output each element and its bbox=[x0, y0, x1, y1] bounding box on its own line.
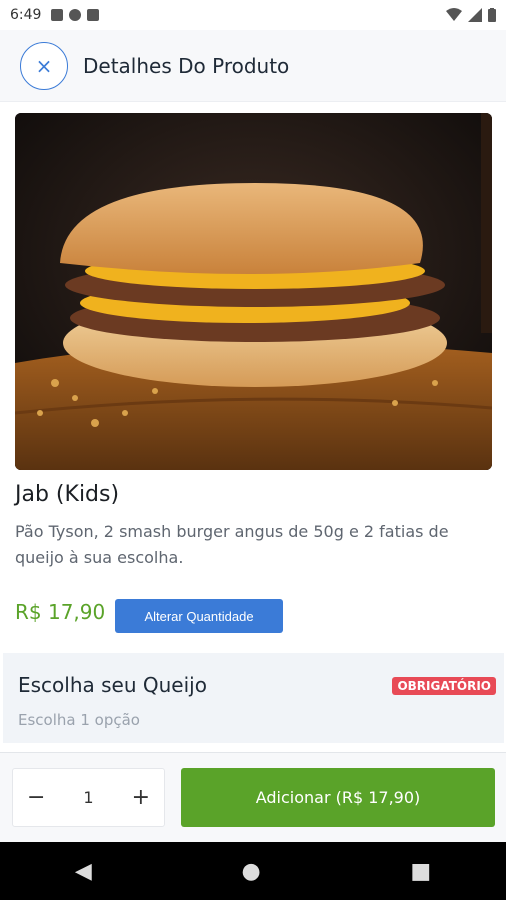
battery-icon bbox=[488, 8, 496, 22]
burger-photo bbox=[15, 113, 492, 470]
cheese-option-group: Escolha seu Queijo OBRIGATÓRIO Escolha 1… bbox=[3, 653, 504, 743]
quantity-value: 1 bbox=[83, 788, 94, 807]
app-header: × Detalhes Do Produto bbox=[0, 30, 506, 102]
close-icon: × bbox=[35, 53, 53, 78]
app-notification-icon bbox=[51, 9, 64, 21]
wifi-icon bbox=[446, 8, 462, 21]
footer-bar: − 1 + Adicionar (R$ 17,90) bbox=[0, 752, 506, 842]
recents-nav-icon[interactable]: ■ bbox=[410, 859, 431, 884]
status-time: 6:49 bbox=[10, 7, 42, 23]
increment-button[interactable]: + bbox=[132, 785, 150, 810]
required-badge: OBRIGATÓRIO bbox=[392, 677, 496, 695]
add-to-cart-button[interactable]: Adicionar (R$ 17,90) bbox=[181, 768, 495, 827]
system-nav-bar: ◀ ● ■ bbox=[0, 842, 506, 900]
quantity-stepper: − 1 + bbox=[12, 768, 165, 827]
product-image bbox=[15, 113, 492, 470]
back-nav-icon[interactable]: ◀ bbox=[75, 859, 92, 884]
option-group-subtitle: Escolha 1 opção bbox=[18, 711, 140, 729]
close-button[interactable]: × bbox=[20, 41, 68, 90]
system-icons bbox=[446, 8, 496, 22]
sd-card-icon bbox=[87, 9, 100, 21]
signal-icon bbox=[468, 8, 482, 22]
product-name: Jab (Kids) bbox=[15, 482, 120, 507]
product-description: Pão Tyson, 2 smash burger angus de 50g e… bbox=[15, 522, 449, 567]
home-nav-icon[interactable]: ● bbox=[241, 859, 260, 884]
product-price: R$ 17,90 bbox=[15, 600, 106, 624]
status-bar: 6:49 bbox=[0, 0, 506, 30]
app-notification-icon bbox=[69, 9, 82, 21]
notification-icons bbox=[51, 9, 100, 21]
decrement-button[interactable]: − bbox=[27, 785, 45, 810]
page-title: Detalhes Do Produto bbox=[83, 53, 290, 78]
option-group-title: Escolha seu Queijo bbox=[18, 673, 207, 697]
change-quantity-button[interactable]: Alterar Quantidade bbox=[115, 599, 283, 633]
